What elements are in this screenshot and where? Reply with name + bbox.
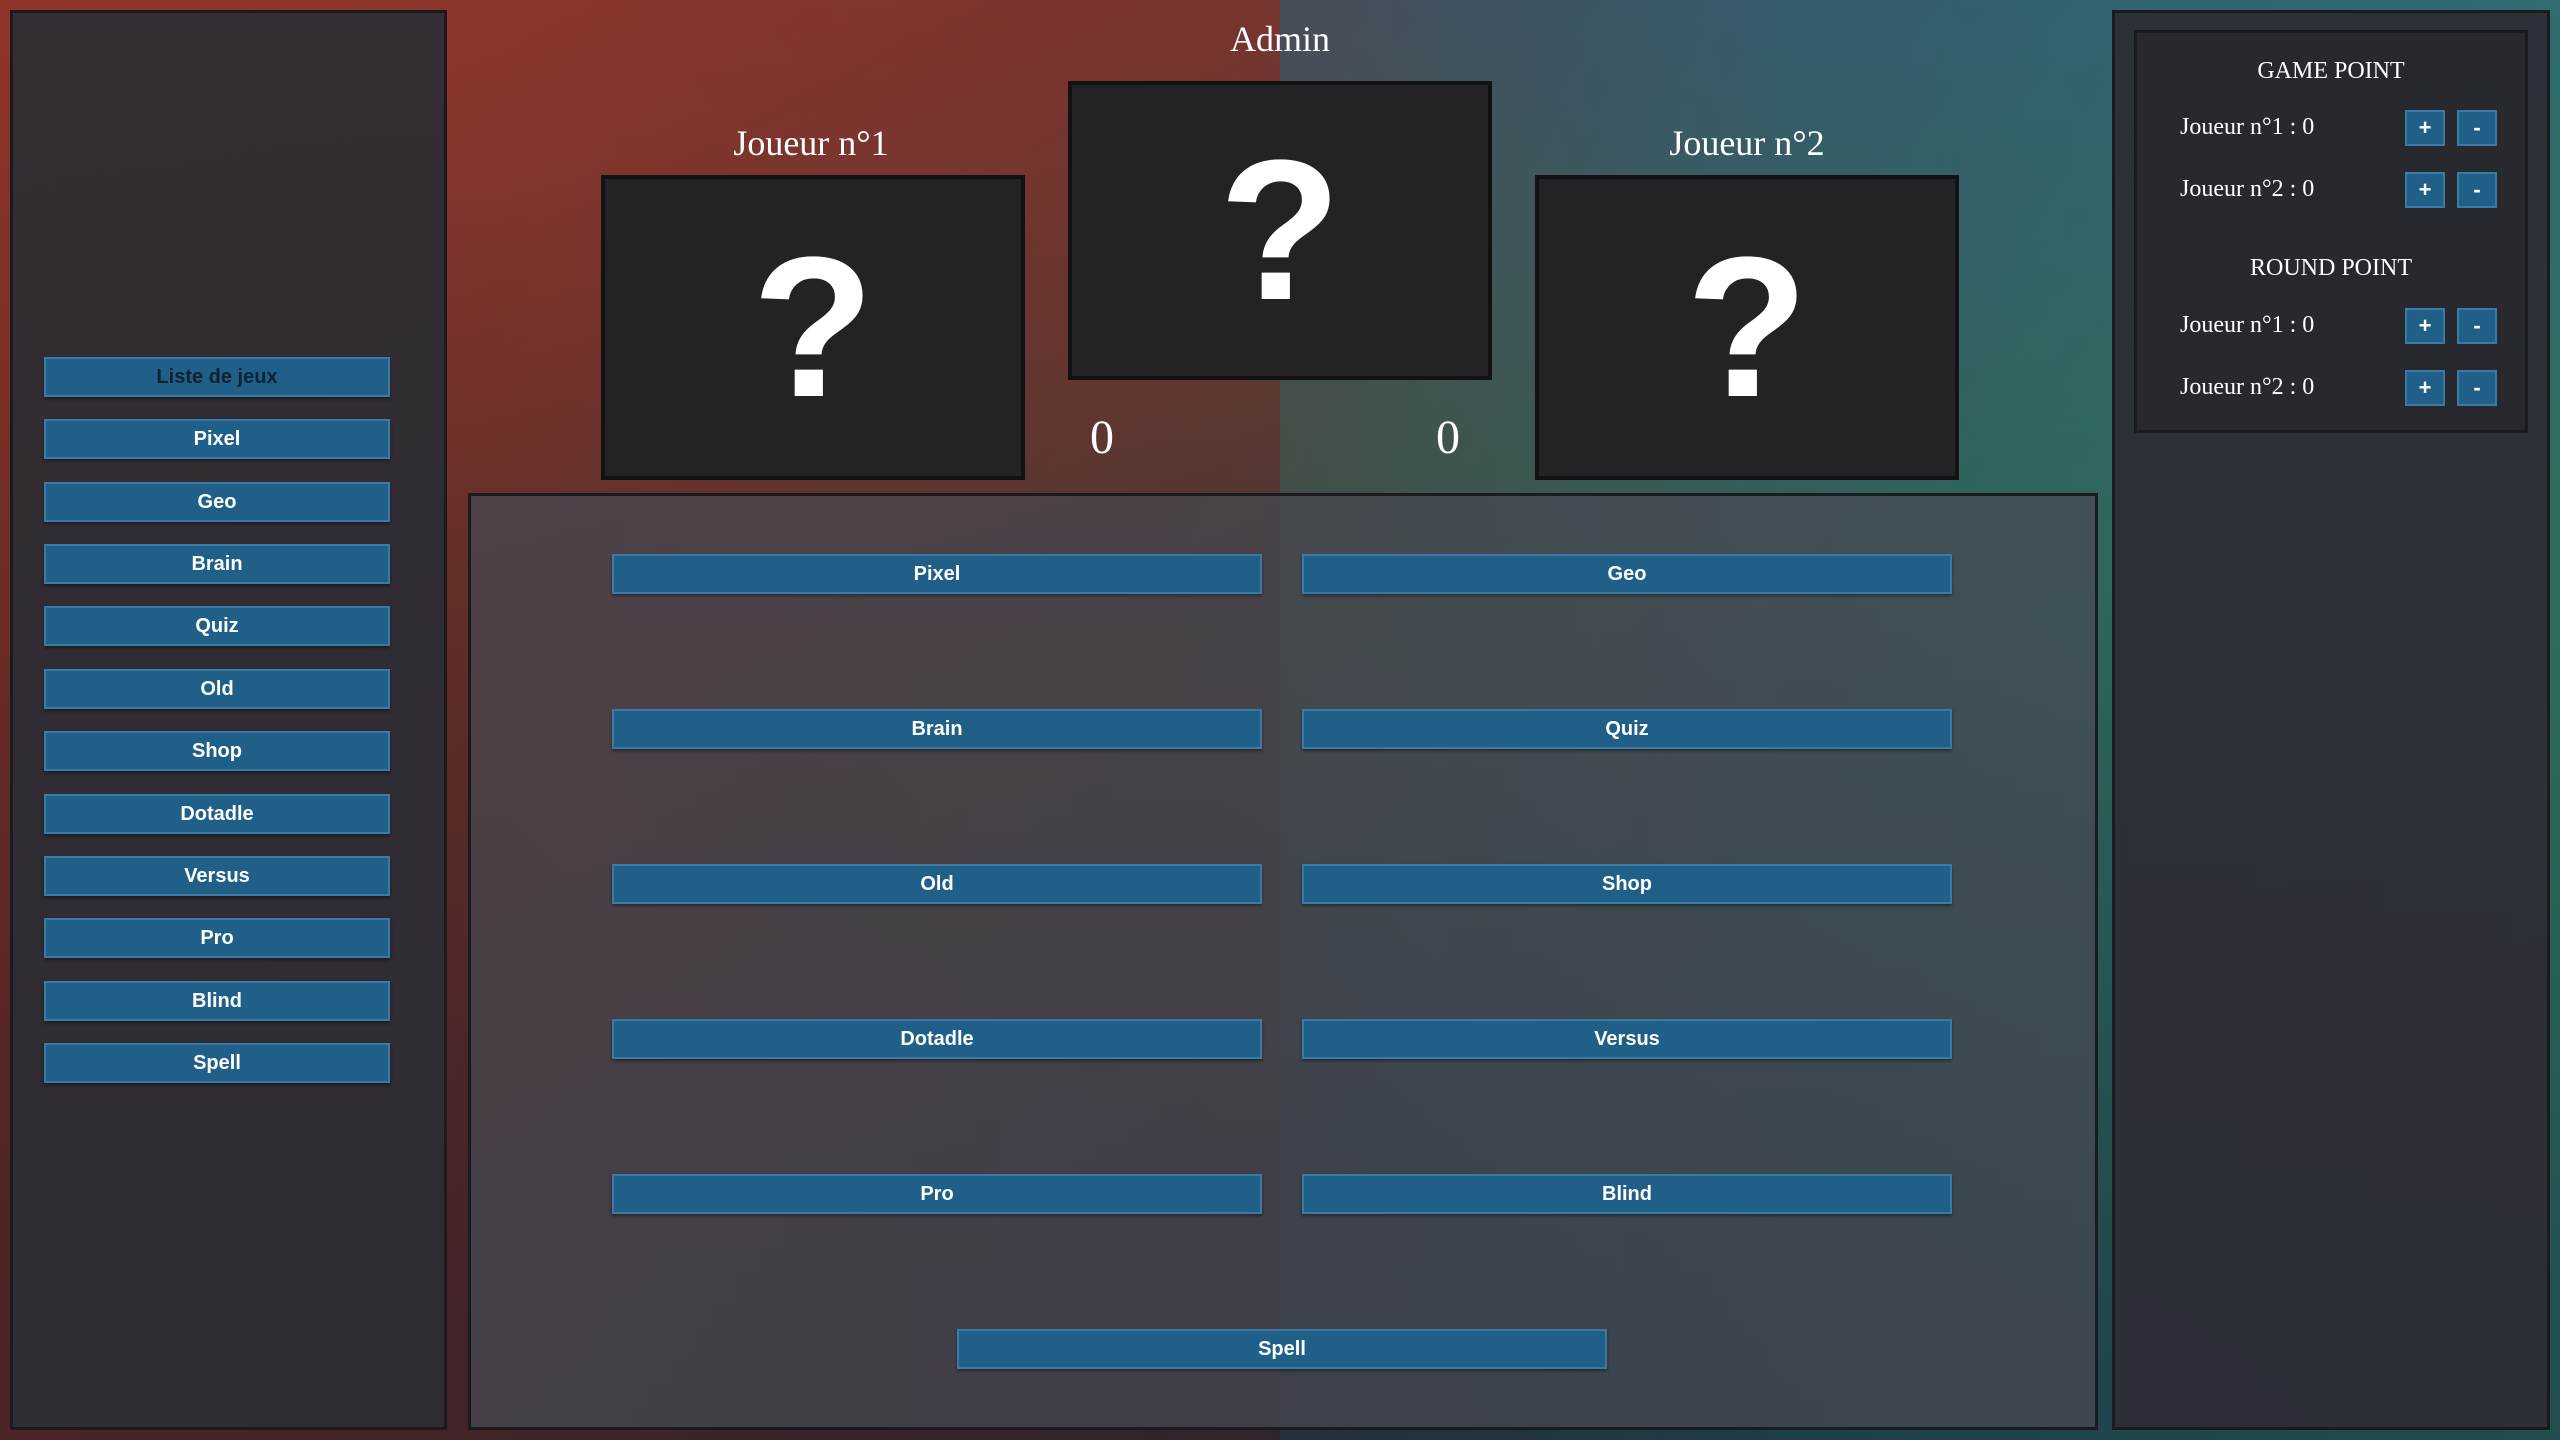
game-button-dotadle[interactable]: Dotadle xyxy=(612,1019,1262,1059)
player2-card: ? xyxy=(1535,175,1959,480)
game-button-blind[interactable]: Blind xyxy=(1302,1174,1952,1214)
game-button-shop[interactable]: Shop xyxy=(1302,864,1952,904)
game-point-player2-plus-button[interactable]: + xyxy=(2405,172,2445,208)
sidebar-item-versus[interactable]: Versus xyxy=(44,856,390,896)
game-point-player1-plus-button[interactable]: + xyxy=(2405,110,2445,146)
round-point-player2-label: Joueur n°2 : 0 xyxy=(2180,374,2315,400)
game-selection-panel xyxy=(468,493,2098,1430)
sidebar-item-dotadle[interactable]: Dotadle xyxy=(44,794,390,834)
game-list-sidebar xyxy=(10,10,447,1430)
sidebar-item-pixel[interactable]: Pixel xyxy=(44,419,390,459)
sidebar-item-geo[interactable]: Geo xyxy=(44,482,390,522)
game-point-heading: GAME POINT xyxy=(2257,58,2405,84)
sidebar-item-shop[interactable]: Shop xyxy=(44,731,390,771)
question-mark-icon: ? xyxy=(1218,118,1342,342)
game-button-brain[interactable]: Brain xyxy=(612,709,1262,749)
game-list-header-button[interactable]: Liste de jeux xyxy=(44,357,390,397)
round-point-player2-plus-button[interactable]: + xyxy=(2405,370,2445,406)
sidebar-item-pro[interactable]: Pro xyxy=(44,918,390,958)
game-point-player1-label: Joueur n°1 : 0 xyxy=(2180,114,2315,140)
game-button-versus[interactable]: Versus xyxy=(1302,1019,1952,1059)
game-button-spell[interactable]: Spell xyxy=(957,1329,1607,1369)
sidebar-item-blind[interactable]: Blind xyxy=(44,981,390,1021)
player1-score: 0 xyxy=(1090,411,1114,464)
game-button-old[interactable]: Old xyxy=(612,864,1262,904)
round-point-heading: ROUND POINT xyxy=(2250,255,2412,281)
admin-title: Admin xyxy=(1229,19,1330,59)
game-point-player2-label: Joueur n°2 : 0 xyxy=(2180,176,2315,202)
sidebar-item-old[interactable]: Old xyxy=(44,669,390,709)
question-mark-icon: ? xyxy=(751,215,875,439)
player1-card: ? xyxy=(601,175,1025,480)
game-button-quiz[interactable]: Quiz xyxy=(1302,709,1952,749)
game-button-pro[interactable]: Pro xyxy=(612,1174,1262,1214)
game-point-player2-minus-button[interactable]: - xyxy=(2457,172,2497,208)
player2-label: Joueur n°2 xyxy=(1669,123,1825,163)
round-point-player1-minus-button[interactable]: - xyxy=(2457,308,2497,344)
sidebar-item-spell[interactable]: Spell xyxy=(44,1043,390,1083)
round-point-player2-minus-button[interactable]: - xyxy=(2457,370,2497,406)
sidebar-item-quiz[interactable]: Quiz xyxy=(44,606,390,646)
player2-score: 0 xyxy=(1436,411,1460,464)
game-button-pixel[interactable]: Pixel xyxy=(612,554,1262,594)
player1-label: Joueur n°1 xyxy=(733,123,889,163)
sidebar-item-brain[interactable]: Brain xyxy=(44,544,390,584)
center-card: ? xyxy=(1068,81,1492,380)
round-point-player1-label: Joueur n°1 : 0 xyxy=(2180,312,2315,338)
game-button-geo[interactable]: Geo xyxy=(1302,554,1952,594)
question-mark-icon: ? xyxy=(1685,215,1809,439)
round-point-player1-plus-button[interactable]: + xyxy=(2405,308,2445,344)
game-point-player1-minus-button[interactable]: - xyxy=(2457,110,2497,146)
